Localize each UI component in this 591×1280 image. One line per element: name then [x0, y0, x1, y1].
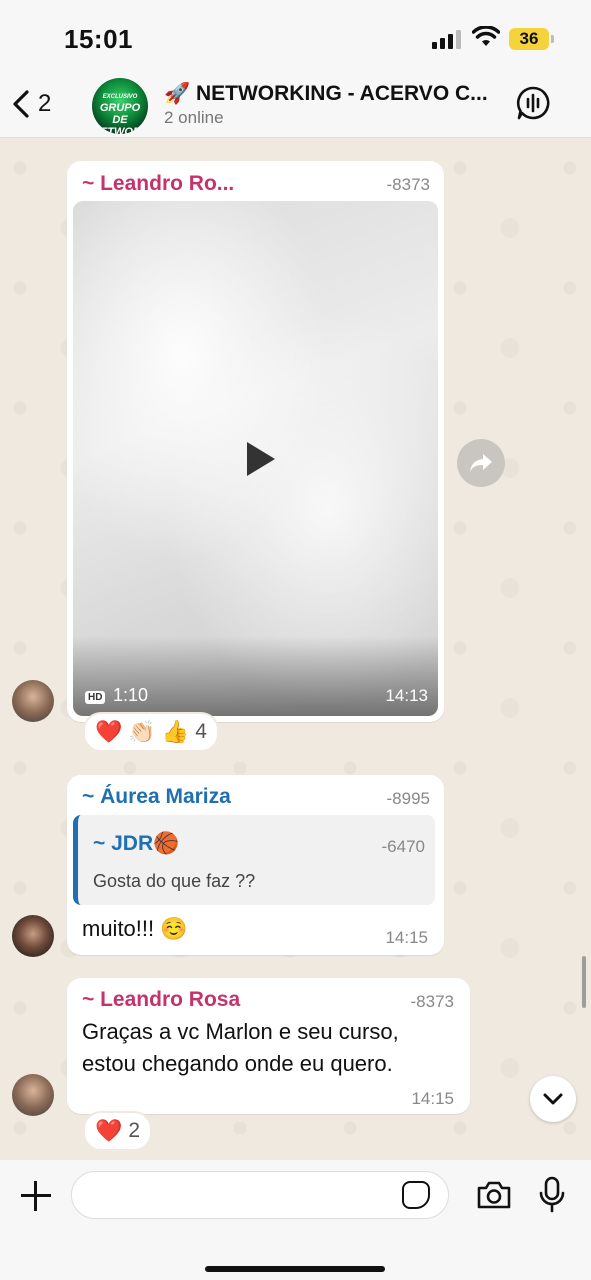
forward-button[interactable] [457, 439, 505, 487]
reaction-emoji: ❤️ [95, 1118, 123, 1143]
message-sender[interactable]: ~ Áurea Mariza [82, 785, 231, 809]
sender-avatar[interactable] [12, 680, 54, 722]
sender-phone: -8373 [410, 992, 454, 1011]
signal-icon [432, 29, 462, 49]
sender-avatar[interactable] [12, 1074, 54, 1116]
composer-bar [0, 1160, 591, 1280]
message-time: 14:15 [385, 928, 428, 947]
sender-phone: -8373 [386, 175, 430, 194]
message-text-line: Graças a vc Marlon e seu curso, [82, 1019, 399, 1044]
chat-header: 2 EXCLUSIVO GRUPO DE NETWORK 🚀 NETWORKIN… [0, 72, 591, 138]
chevron-left-icon [13, 90, 29, 118]
avatar-text-line: EXCLUSIVO [102, 94, 138, 100]
chevron-down-icon [543, 1093, 563, 1105]
microphone-icon[interactable] [538, 1176, 566, 1214]
reaction-emoji: 👏🏻 [128, 719, 156, 744]
message-text-line: estou chegando onde eu quero. [82, 1051, 393, 1076]
avatar-text-line: NETWORK [92, 126, 148, 134]
sender-avatar[interactable] [12, 915, 54, 957]
quoted-sender: ~ JDR🏀 [93, 832, 180, 855]
quoted-phone: -6470 [381, 837, 425, 856]
avatar-text-line: GRUPO DE [99, 102, 141, 126]
message-sender[interactable]: ~ Leandro Rosa [82, 988, 240, 1012]
message-input[interactable] [71, 1171, 449, 1219]
voice-chat-icon[interactable] [516, 86, 550, 120]
quoted-message[interactable]: ~ JDR🏀 -6470 Gosta do que faz ?? [73, 815, 435, 905]
home-indicator [205, 1266, 385, 1272]
message-time: 14:13 [385, 686, 428, 705]
reaction-count: 2 [128, 1119, 141, 1142]
attach-plus-icon[interactable] [18, 1178, 54, 1214]
reaction-emoji: 👍 [161, 719, 190, 744]
message-reactions[interactable]: ❤️ 👏🏻 👍 4 [83, 712, 219, 752]
message-text: muito!!! ☺️ [82, 916, 188, 941]
status-bar: 15:01 36 [0, 0, 591, 72]
battery-indicator: 36 [509, 28, 554, 50]
group-avatar[interactable]: EXCLUSIVO GRUPO DE NETWORK [92, 78, 148, 134]
sticker-icon[interactable] [402, 1181, 430, 1209]
chat-area[interactable]: ~ Leandro Ro... -8373 HD 1:10 14:13 ❤️ 👏… [0, 138, 591, 1160]
forward-icon [470, 454, 492, 472]
scrollbar[interactable] [582, 956, 586, 1008]
video-message-bubble[interactable]: ~ Leandro Ro... -8373 HD 1:10 14:13 [67, 161, 444, 722]
text-message-bubble[interactable]: ~ Leandro Rosa -8373 Graças a vc Marlon … [67, 978, 470, 1114]
reaction-count: 4 [195, 720, 207, 743]
hd-badge: HD [85, 691, 106, 704]
message-time: 14:15 [411, 1089, 454, 1108]
reply-message-bubble[interactable]: ~ Áurea Mariza -8995 ~ JDR🏀 -6470 Gosta … [67, 775, 444, 955]
quoted-text: Gosta do que faz ?? [93, 871, 256, 891]
group-title[interactable]: 🚀 NETWORKING - ACERVO C... [164, 82, 504, 106]
message-reactions[interactable]: ❤️ 2 [83, 1111, 153, 1151]
back-button[interactable]: 2 [10, 84, 70, 124]
sender-phone: -8995 [386, 789, 430, 808]
camera-icon[interactable] [476, 1180, 512, 1210]
reaction-emoji: ❤️ [95, 719, 123, 744]
wifi-icon [472, 26, 500, 46]
video-thumbnail[interactable]: HD 1:10 14:13 [73, 201, 438, 716]
play-icon[interactable] [247, 442, 275, 476]
message-sender[interactable]: ~ Leandro Ro... [82, 172, 234, 196]
status-time: 15:01 [64, 24, 133, 54]
video-duration: 1:10 [113, 685, 149, 705]
unread-count: 2 [38, 90, 52, 117]
online-status: 2 online [164, 108, 224, 127]
scroll-down-button[interactable] [530, 1076, 576, 1122]
